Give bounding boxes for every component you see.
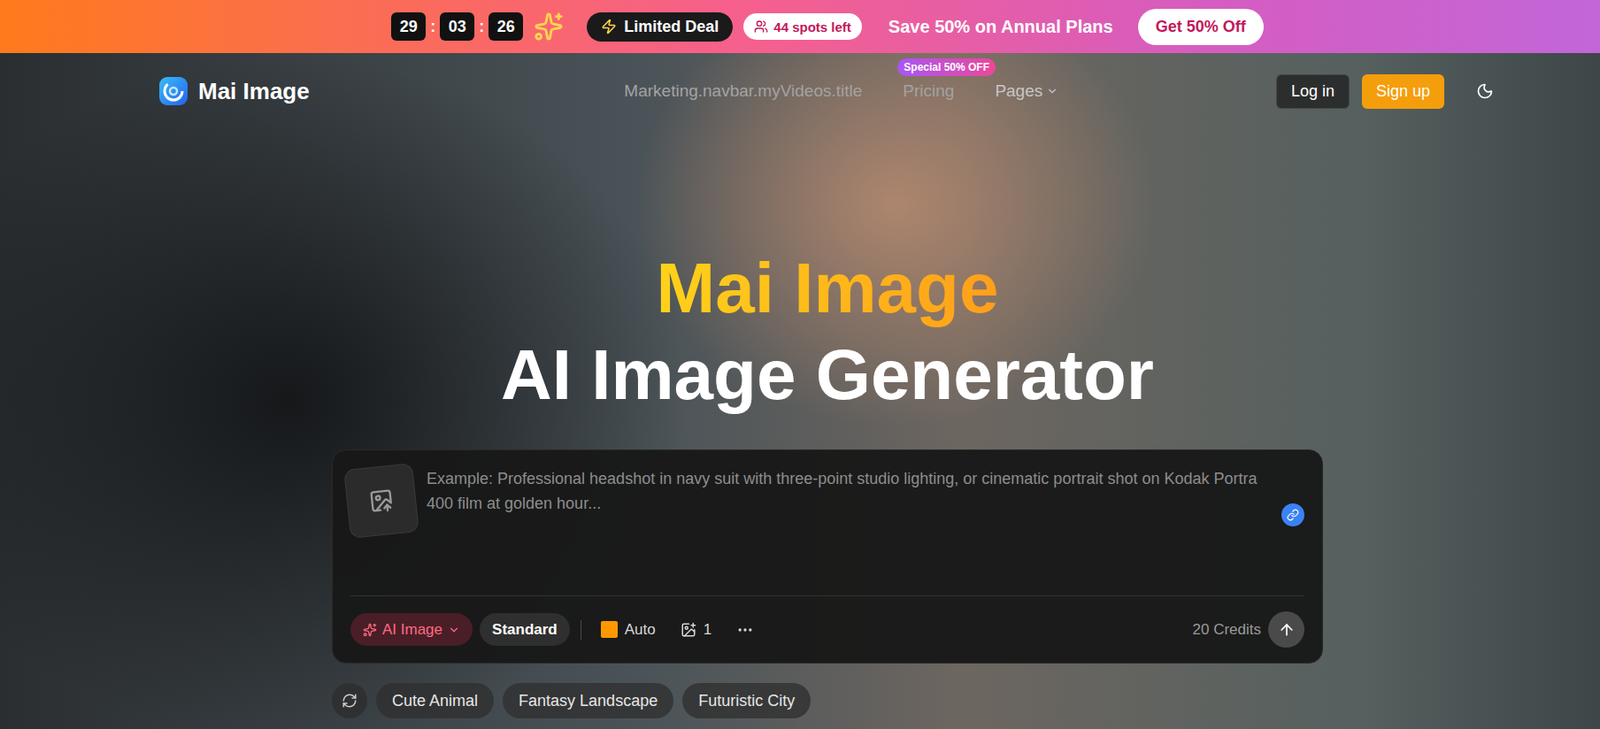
hero-title: Mai Image xyxy=(656,246,1000,331)
spots-pill: 44 spots left xyxy=(743,13,862,40)
aspect-swatch xyxy=(600,621,618,639)
users-icon xyxy=(753,19,769,34)
send-button[interactable] xyxy=(1268,611,1305,648)
zap-icon xyxy=(600,18,617,35)
suggestions: Cute AnimalFantasy LandscapeFuturistic C… xyxy=(331,683,1324,719)
count-button[interactable]: 1 xyxy=(671,613,721,647)
countdown: 29:03:26 xyxy=(391,12,524,41)
prompt-card: AI ImageStandard Auto1 20 Credits xyxy=(331,449,1324,664)
page: 29:03:26Limited Deal44 spots leftSave 50… xyxy=(0,0,1600,729)
timer-box: 03 xyxy=(439,12,475,41)
sparkle-icon xyxy=(533,11,564,42)
logo-icon xyxy=(157,75,190,108)
cta-button[interactable]: Get 50% Off xyxy=(1138,8,1264,46)
suggestion-chip[interactable]: Cute Animal xyxy=(376,683,494,719)
timer-separator: : xyxy=(478,17,485,37)
moon-icon xyxy=(1476,82,1494,100)
brand[interactable]: Mai Image xyxy=(157,75,310,108)
sparkles-icon xyxy=(362,623,377,638)
prompt-toolbar: AI ImageStandard Auto1 20 Credits xyxy=(350,595,1305,663)
refresh-button[interactable] xyxy=(331,683,368,719)
nav-link[interactable]: Special 50% OFFPricing xyxy=(902,81,954,101)
nav-badge: Special 50% OFF xyxy=(897,58,996,77)
nav-actions: Log in Sign up xyxy=(1276,73,1503,109)
refresh-icon xyxy=(341,692,358,709)
timer-box: 26 xyxy=(488,12,524,41)
hero: Mai ImageAI Image Generator AI ImageStand… xyxy=(0,129,1600,719)
promo-banner: 29:03:26Limited Deal44 spots leftSave 50… xyxy=(0,0,1600,54)
prompt-input[interactable] xyxy=(426,466,1273,555)
deal-pill: Limited Deal xyxy=(586,12,733,42)
timer-separator: : xyxy=(430,17,436,37)
aspect-button[interactable]: Auto xyxy=(592,613,665,647)
nav-link[interactable]: Marketing.navbar.myVideos.title xyxy=(623,81,862,101)
prompt-top xyxy=(346,466,1305,596)
chevron-down-icon xyxy=(1046,84,1059,98)
ellipsis-icon xyxy=(736,621,754,639)
mode-select[interactable]: AI Image xyxy=(350,613,473,647)
navbar: Mai Image Marketing.navbar.myVideos.title… xyxy=(0,53,1600,130)
hero-subtitle: AI Image Generator xyxy=(500,332,1154,418)
nav-link[interactable]: Pages xyxy=(994,81,1059,101)
image-count-icon xyxy=(680,622,697,639)
nav-links: Marketing.navbar.myVideos.title Special 5… xyxy=(623,81,1059,101)
toolbar-divider xyxy=(580,620,582,640)
signup-button[interactable]: Sign up xyxy=(1361,74,1445,109)
timer-box: 29 xyxy=(391,12,426,41)
banner-message: Save 50% on Annual Plans xyxy=(888,16,1114,38)
login-button[interactable]: Log in xyxy=(1276,74,1350,109)
suggestion-chip[interactable]: Futuristic City xyxy=(682,683,811,719)
credits: 20 Credits xyxy=(1192,621,1262,639)
theme-toggle[interactable] xyxy=(1467,73,1503,109)
chevron-down-icon xyxy=(447,623,461,637)
upload-button[interactable] xyxy=(343,462,420,539)
arrow-up-icon xyxy=(1277,621,1296,639)
suggestion-chip[interactable]: Fantasy Landscape xyxy=(502,683,674,719)
link-icon xyxy=(1286,508,1300,522)
link-button[interactable] xyxy=(1281,503,1305,527)
more-button[interactable] xyxy=(727,613,763,647)
quality-button[interactable]: Standard xyxy=(479,613,570,647)
image-upload-icon xyxy=(368,487,396,516)
